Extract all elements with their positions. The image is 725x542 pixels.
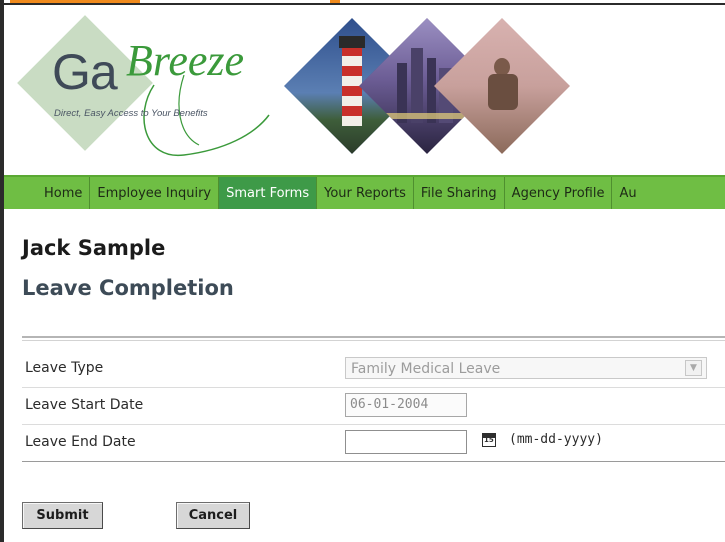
logo-brand-ga: Ga xyxy=(52,44,118,100)
calendar-icon[interactable]: 15 xyxy=(482,433,496,447)
nav-your-reports[interactable]: Your Reports xyxy=(317,177,414,209)
leave-type-select[interactable]: Family Medical Leave ▼ xyxy=(345,357,707,379)
leave-type-value: Family Medical Leave xyxy=(351,361,501,377)
logo-brand-breeze: Breeze xyxy=(126,36,245,85)
site-header: Ga Breeze Direct, Easy Access to Your Be… xyxy=(4,5,725,175)
nav-file-sharing[interactable]: File Sharing xyxy=(414,177,505,209)
start-date-label: Leave Start Date xyxy=(25,397,144,413)
section-divider xyxy=(22,336,725,341)
main-nav: Home Employee Inquiry Smart Forms Your R… xyxy=(4,175,725,209)
chevron-down-icon[interactable]: ▼ xyxy=(685,360,702,376)
form-row-leave-type: Leave Type Family Medical Leave ▼ xyxy=(22,350,725,388)
leave-type-label: Leave Type xyxy=(25,360,104,376)
logo-tagline: Direct, Easy Access to Your Benefits xyxy=(54,108,208,119)
page-title: Leave Completion xyxy=(22,276,234,300)
nav-smart-forms[interactable]: Smart Forms xyxy=(219,177,318,209)
form-row-end-date: Leave End Date 15 (mm-dd-yyyy) xyxy=(22,424,725,462)
gabreeze-logo[interactable]: Ga Breeze Direct, Easy Access to Your Be… xyxy=(4,5,284,175)
user-name: Jack Sample xyxy=(22,236,166,260)
cancel-button[interactable]: Cancel xyxy=(176,502,250,529)
nav-home[interactable]: Home xyxy=(4,177,91,209)
nav-employee-inquiry[interactable]: Employee Inquiry xyxy=(90,177,220,209)
date-format-hint: (mm-dd-yyyy) xyxy=(509,432,603,447)
nav-agency-profile[interactable]: Agency Profile xyxy=(505,177,613,209)
person-photo xyxy=(434,18,570,154)
end-date-label: Leave End Date xyxy=(25,434,136,450)
end-date-field[interactable] xyxy=(345,430,467,454)
submit-button[interactable]: Submit xyxy=(22,502,103,529)
logo-swoosh-icon xyxy=(143,75,270,156)
nav-truncated-item[interactable]: Au xyxy=(612,177,643,209)
start-date-field[interactable]: 06-01-2004 xyxy=(345,393,467,417)
form-row-start-date: Leave Start Date 06-01-2004 xyxy=(22,387,725,425)
